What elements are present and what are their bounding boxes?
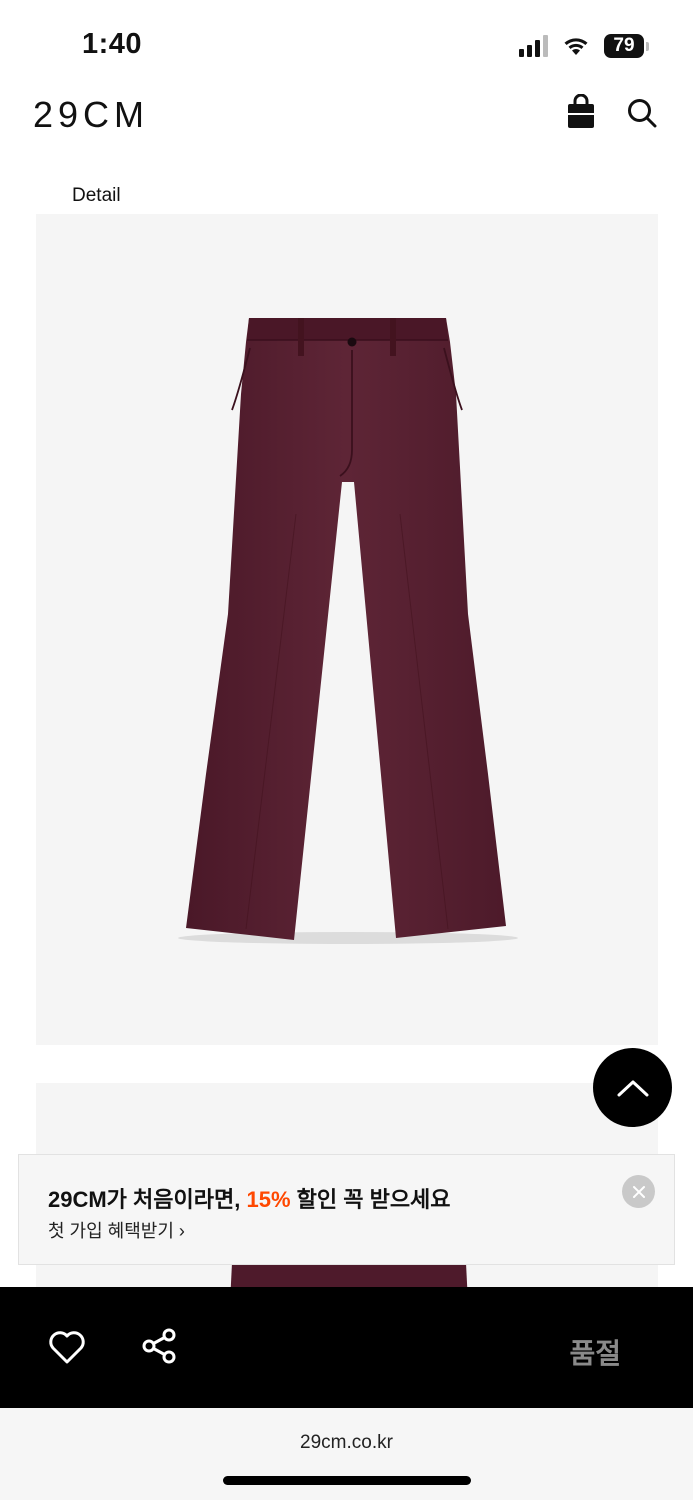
bag-icon[interactable]: [566, 94, 596, 130]
browser-url-bar[interactable]: 29cm.co.kr: [0, 1408, 693, 1500]
status-time: 1:40: [82, 28, 143, 60]
battery-icon: 79: [604, 34, 649, 58]
promo-signup-link[interactable]: 첫 가입 혜택받기 ›: [48, 1217, 185, 1243]
promo-close-button[interactable]: [622, 1175, 655, 1208]
pants-illustration: [178, 318, 518, 944]
detail-section-label: Detail: [72, 185, 121, 206]
heart-icon[interactable]: [48, 1329, 86, 1365]
promo-title: 29CM가 처음이라면, 15% 할인 꼭 받으세요: [48, 1182, 451, 1214]
product-image: [36, 214, 658, 1045]
url-text[interactable]: 29cm.co.kr: [0, 1432, 693, 1454]
site-header: 29CM: [0, 90, 693, 146]
share-icon[interactable]: [140, 1327, 178, 1365]
home-indicator: [223, 1476, 471, 1485]
signup-promo-banner[interactable]: 29CM가 처음이라면, 15% 할인 꼭 받으세요 첫 가입 혜택받기 ›: [18, 1154, 675, 1265]
bottom-action-bar: 품절: [0, 1287, 693, 1408]
search-icon[interactable]: [626, 97, 658, 129]
chevron-up-icon: [617, 1080, 648, 1096]
cellular-signal-icon: [519, 35, 548, 57]
promo-title-suffix: 할인 꼭 받으세요: [290, 1187, 451, 1212]
sold-out-label: 품절: [569, 1338, 621, 1369]
close-icon: [632, 1185, 645, 1198]
status-icons: 79: [519, 32, 649, 60]
status-bar: 1:40 79: [0, 0, 693, 90]
scroll-to-top-button[interactable]: [593, 1048, 672, 1127]
promo-title-prefix: 29CM가 처음이라면,: [48, 1187, 247, 1212]
battery-level: 79: [604, 34, 644, 58]
wifi-icon: [564, 38, 588, 55]
site-logo[interactable]: 29CM: [33, 94, 149, 136]
promo-discount: 15%: [246, 1187, 291, 1212]
